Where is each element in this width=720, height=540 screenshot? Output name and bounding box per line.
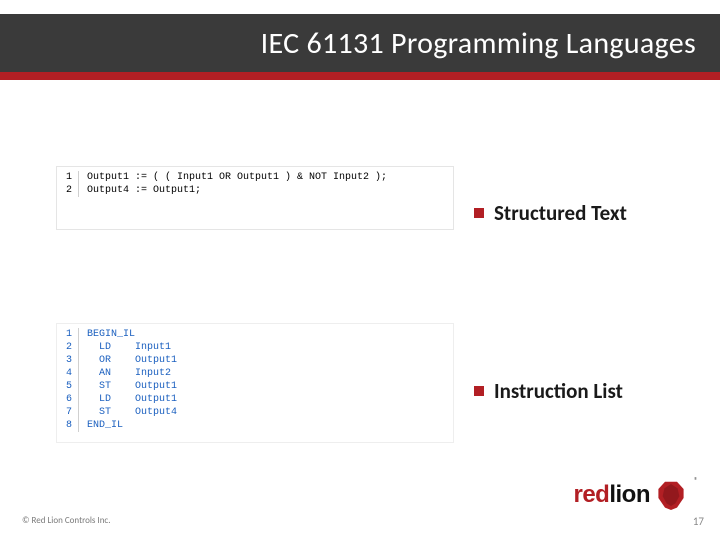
bullet-icon bbox=[474, 208, 484, 218]
code-inner: 1 2 Output1 := ( ( Input1 OR Output1 ) &… bbox=[57, 167, 453, 201]
code-lines: Output1 := ( ( Input1 OR Output1 ) & NOT… bbox=[79, 171, 387, 197]
page-number: 17 bbox=[693, 515, 704, 528]
copyright-text: © Red Lion Controls Inc. bbox=[22, 515, 111, 526]
line-gutter: 1 2 3 4 5 6 7 8 bbox=[61, 328, 79, 432]
label-structured-text: Structured Text bbox=[474, 200, 627, 226]
bullet-icon bbox=[474, 386, 484, 396]
code-panel-instruction-list: 1 2 3 4 5 6 7 8 BEGIN_IL LD Input1 OR Ou… bbox=[56, 323, 454, 443]
brand-logo: redlion ® bbox=[573, 480, 686, 510]
slide-title: IEC 61131 Programming Languages bbox=[261, 25, 696, 62]
slide: IEC 61131 Programming Languages 1 2 Outp… bbox=[0, 0, 720, 540]
code-lines: BEGIN_IL LD Input1 OR Output1 AN Input2 … bbox=[79, 328, 177, 432]
label-instruction-list: Instruction List bbox=[474, 378, 623, 404]
accent-underline bbox=[0, 72, 720, 80]
registered-mark: ® bbox=[694, 476, 698, 486]
logo-word-red: red bbox=[573, 481, 609, 508]
logo-text: redlion bbox=[573, 481, 650, 509]
title-bar: IEC 61131 Programming Languages bbox=[0, 14, 720, 72]
code-inner: 1 2 3 4 5 6 7 8 BEGIN_IL LD Input1 OR Ou… bbox=[57, 324, 453, 436]
line-gutter: 1 2 bbox=[61, 171, 79, 197]
lion-icon: ® bbox=[656, 480, 686, 510]
code-panel-structured-text: 1 2 Output1 := ( ( Input1 OR Output1 ) &… bbox=[56, 166, 454, 230]
label-text: Instruction List bbox=[494, 378, 623, 404]
label-text: Structured Text bbox=[494, 200, 627, 226]
logo-word-lion: lion bbox=[609, 481, 650, 508]
